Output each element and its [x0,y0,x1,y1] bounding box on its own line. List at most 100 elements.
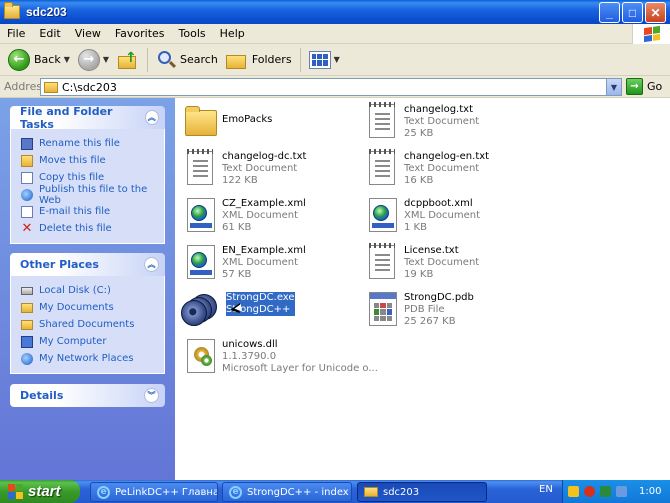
folder-icon [44,81,58,93]
warning-icon[interactable] [568,486,579,497]
panel-header[interactable]: Other Places ︽ [10,253,165,276]
up-folder-button[interactable]: ↑ [113,47,143,73]
taskbar-button-label: sdc203 [383,486,420,498]
views-button[interactable]: ▼ [305,47,344,73]
security-icon[interactable] [584,486,595,497]
file-type: XML Document [222,210,299,221]
place-my-computer[interactable]: My Computer [21,333,164,350]
task-label: E-mail this file [39,206,111,217]
email-icon [21,205,33,218]
file-size: 122 KB [222,175,258,186]
network-icon[interactable] [600,486,611,497]
windows-flag-icon [632,24,670,44]
address-value: C:\sdc203 [62,80,117,94]
xml-document-icon [363,196,399,234]
file-item[interactable]: License.txt Text Document 19 KB [363,243,479,281]
copy-icon [21,171,33,184]
close-button[interactable]: ✕ [645,2,666,23]
file-item[interactable]: changelog-en.txt Text Document 16 KB [363,149,489,187]
windows-logo-icon [8,484,23,499]
window-title: sdc203 [26,5,67,19]
place-label: My Network Places [39,353,134,364]
place-local-disk[interactable]: Local Disk (C:) [21,282,164,299]
taskbar-button[interactable]: e StrongDC++ - index ... [222,482,352,502]
panel-body: Rename this file Move this file Copy thi… [10,129,165,244]
file-folder-tasks-panel: File and Folder Tasks ︽ Rename this file… [10,104,165,244]
taskbar: start e PeLinkDC++ Главна... e StrongDC+… [0,480,670,503]
file-item[interactable]: changelog.txt Text Document 25 KB [363,102,479,140]
search-button[interactable]: Search [152,47,222,73]
menu-help[interactable]: Help [213,27,252,40]
task-delete[interactable]: ✕ Delete this file [21,220,164,237]
menu-file[interactable]: File [0,27,32,40]
file-type: XML Document [222,257,299,268]
file-size: 16 KB [404,175,434,186]
task-rename[interactable]: Rename this file [21,135,164,152]
menu-favorites[interactable]: Favorites [108,27,172,40]
place-my-documents[interactable]: My Documents [21,299,164,316]
taskbar-button-label: PeLinkDC++ Главна... [115,486,218,498]
place-shared-documents[interactable]: Shared Documents [21,316,164,333]
window-controls: _ □ ✕ [599,2,666,23]
text-document-icon [363,102,399,140]
minimize-button[interactable]: _ [599,2,620,23]
language-indicator[interactable]: EN [539,484,553,495]
file-item[interactable]: EmoPacks [181,102,272,140]
title-bar: sdc203 _ □ ✕ [0,0,670,24]
task-label: Rename this file [39,138,120,149]
file-name: License.txt [404,245,459,256]
task-label: Copy this file [39,172,105,183]
menu-bar: File Edit View Favorites Tools Help [0,24,670,44]
back-label: Back [34,53,61,66]
ie-icon: e [229,485,242,499]
file-item[interactable]: EN_Example.xml XML Document 57 KB [181,243,306,281]
details-panel: Details ︾ [10,384,165,407]
file-size: 57 KB [222,269,252,280]
back-button[interactable]: ← Back ▼ [4,47,74,73]
xml-document-icon [181,196,217,234]
chevron-down-icon[interactable]: ▼ [606,79,621,95]
file-item[interactable]: CZ_Example.xml XML Document 61 KB [181,196,306,234]
file-item[interactable]: StrongDC.pdb PDB File 25 267 KB [363,290,474,328]
disk-icon [21,286,33,295]
start-button[interactable]: start [0,480,80,503]
file-item[interactable]: dcppboot.xml XML Document 1 KB [363,196,480,234]
network-icon [21,352,33,365]
text-document-icon [181,149,217,187]
file-name: EmoPacks [222,114,273,125]
go-button[interactable]: → Go [626,78,662,95]
file-item[interactable]: unicows.dll 1.1.3790.0 Microsoft Layer for… [181,337,378,375]
collapse-chevron-icon[interactable]: ︽ [144,110,159,125]
menu-tools[interactable]: Tools [172,27,213,40]
task-email[interactable]: E-mail this file [21,203,164,220]
xml-document-icon [181,243,217,281]
forward-button[interactable]: → ▼ [74,47,113,73]
chevron-down-icon: ▼ [333,55,340,64]
taskbar-button-active[interactable]: sdc203 [357,482,487,502]
expand-chevron-icon[interactable]: ︾ [144,388,159,403]
file-type: Text Document [404,163,480,174]
taskbar-button[interactable]: e PeLinkDC++ Главна... [90,482,218,502]
toolbar-separator [299,47,301,72]
place-my-network-places[interactable]: My Network Places [21,350,164,367]
task-publish[interactable]: Publish this file to the Web [21,184,164,206]
file-name: CZ_Example.xml [222,198,306,209]
collapse-chevron-icon[interactable]: ︽ [144,257,159,272]
file-item[interactable]: changelog-dc.txt Text Document 122 KB [181,149,306,187]
address-input[interactable]: C:\sdc203 ▼ [40,78,622,96]
maximize-button[interactable]: □ [622,2,643,23]
task-label: Move this file [39,155,106,166]
text-document-icon [363,243,399,281]
panel-title: File and Folder Tasks [20,104,113,131]
panel-header[interactable]: Details ︾ [10,384,165,407]
task-move[interactable]: Move this file [21,152,164,169]
menu-view[interactable]: View [68,27,108,40]
panel-header[interactable]: File and Folder Tasks ︽ [10,104,165,131]
computer-icon [21,335,33,348]
menu-edit[interactable]: Edit [32,27,67,40]
volume-icon[interactable] [616,486,627,497]
views-icon [308,50,331,69]
folders-button[interactable]: Folders [222,47,296,73]
file-size: 19 KB [404,269,434,280]
file-name: unicows.dll [222,339,278,350]
